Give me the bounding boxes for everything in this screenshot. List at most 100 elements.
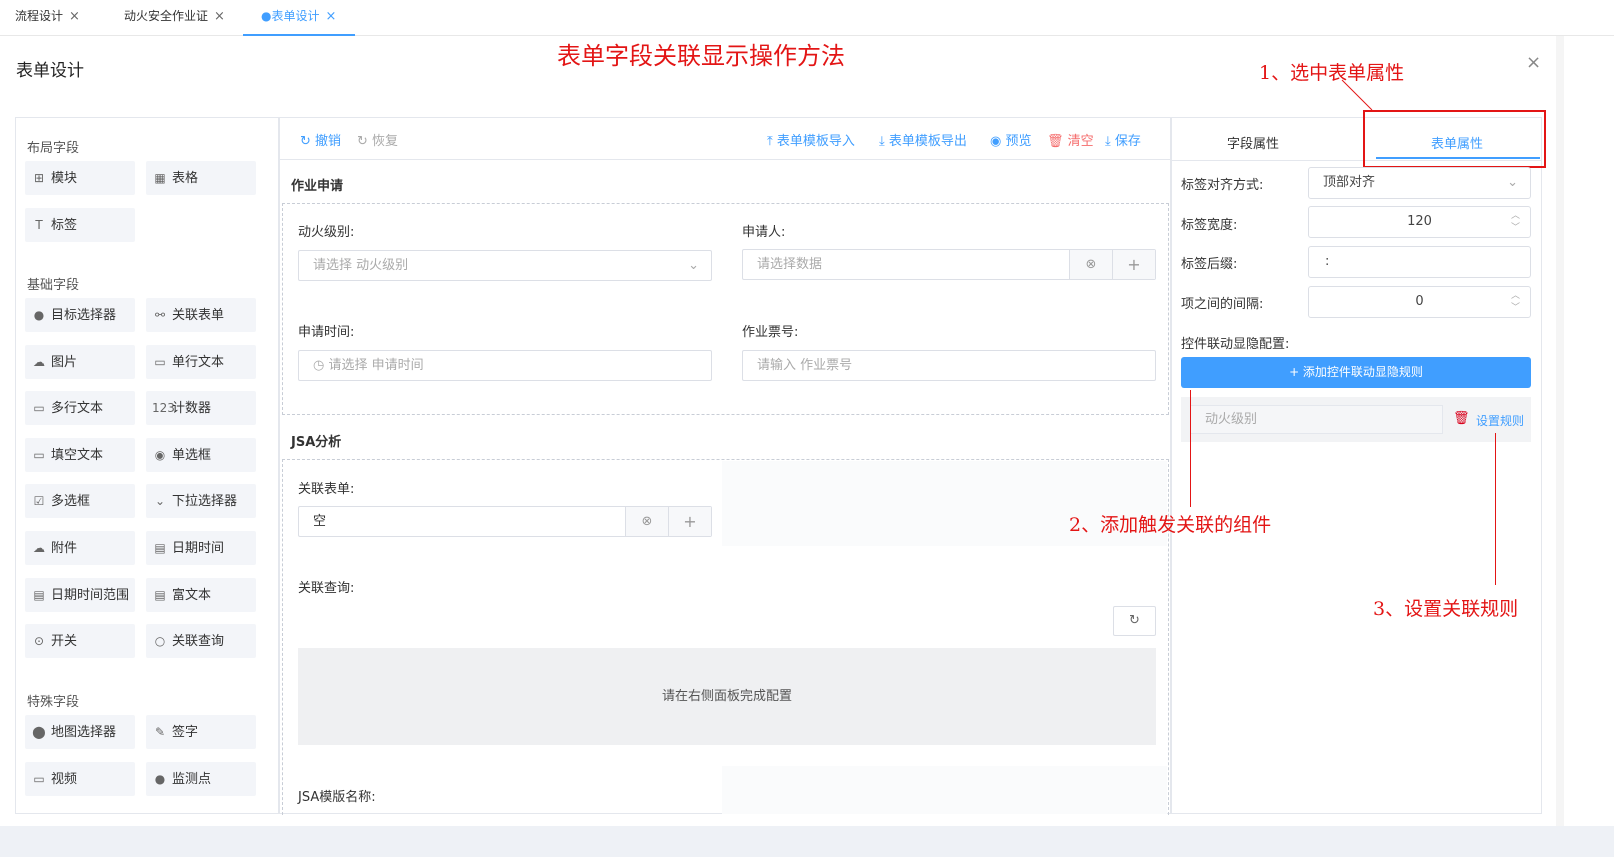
undo-label: 撤销 — [315, 134, 342, 149]
palette-item-多选框[interactable]: ☑ 多选框 — [25, 484, 135, 519]
palette-item-多行文本[interactable]: ▭ 多行文本 — [25, 391, 135, 426]
palette-item-label: 监测点 — [172, 771, 212, 787]
monitor-point-icon: ● — [154, 771, 166, 786]
link-icon: ⚯ — [154, 308, 166, 322]
palette-item-单选框[interactable]: ◉ 单选框 — [146, 437, 256, 472]
palette-item-label: 多选框 — [51, 494, 91, 510]
video-icon: ▭ — [33, 771, 45, 786]
label-width-label: 标签宽度: — [1181, 218, 1238, 233]
close-icon[interactable]: × — [325, 9, 336, 24]
palette-item-视频[interactable]: ▭ 视频 — [25, 761, 135, 796]
table-icon: ▦ — [154, 171, 166, 185]
ticket-no-input[interactable]: 请输入 作业票号 — [742, 350, 1156, 381]
palette-item-计数器[interactable]: 123计数器 — [146, 391, 256, 426]
label-suffix-input[interactable]: : — [1308, 246, 1531, 278]
clear-circle-icon[interactable]: ⊗ — [625, 507, 668, 536]
clear-circle-icon[interactable]: ⊗ — [1069, 250, 1112, 279]
palette-item-模块[interactable]: ⊞ 模块 — [25, 161, 135, 195]
related-query-label: 关联查询: — [298, 581, 355, 596]
attachment-icon: ☁ — [33, 541, 45, 555]
radio-icon: ◉ — [154, 447, 166, 462]
palette-item-label: 模块 — [51, 171, 78, 186]
palette-item-label: 下拉选择器 — [172, 494, 238, 510]
chevron-up-icon[interactable]: ︿ — [1511, 212, 1520, 221]
palette-item-附件[interactable]: ☁ 附件 — [25, 531, 135, 565]
group-apply-container[interactable] — [282, 203, 1169, 415]
palette-item-label: 开关 — [51, 634, 78, 650]
palette-item-签字[interactable]: ✎ 签字 — [146, 715, 256, 749]
download-icon: ⤓ — [879, 134, 885, 149]
palette-item-label: 关联表单 — [172, 308, 225, 323]
set-rule-link[interactable]: 设置规则 — [1476, 412, 1524, 429]
palette-item-地图选择器[interactable]: ⬤ 地图选择器 — [25, 715, 135, 749]
close-icon[interactable]: × — [214, 9, 225, 24]
applicant-picker[interactable]: 请选择数据 ⊗ + — [742, 249, 1156, 280]
add-linkage-rule-button[interactable]: + 添加控件联动显隐规则 — [1181, 357, 1531, 388]
search-icon: ○ — [154, 634, 166, 649]
map-pin-icon: ⬤ — [32, 725, 46, 739]
chevron-up-icon[interactable]: ︿ — [1511, 292, 1520, 301]
annotation-line — [1190, 390, 1191, 507]
tab-field-properties[interactable]: 字段属性 — [1227, 133, 1279, 152]
palette-item-单行文本[interactable]: ▭ 单行文本 — [146, 344, 256, 379]
redo-icon: ↻ — [357, 134, 368, 149]
undo-button[interactable]: ↻ 撤销 — [300, 130, 341, 149]
tab-form-design[interactable]: ●表单设计 × — [243, 0, 355, 36]
palette-item-标签[interactable]: T 标签 — [25, 207, 135, 242]
checkbox-icon: ☑ — [33, 494, 45, 509]
clear-button[interactable]: 🗑 清空 — [1047, 130, 1094, 149]
refresh-icon[interactable]: ↻ — [1113, 606, 1156, 636]
palette-item-label: 多行文本 — [51, 401, 104, 417]
stepper-value: 120 — [1407, 214, 1432, 229]
tab-process-design[interactable]: 流程设计 × — [0, 0, 108, 36]
chevron-down-icon[interactable]: ﹀ — [1511, 224, 1520, 233]
palette-item-目标选择器[interactable]: ● 目标选择器 — [25, 298, 135, 332]
palette-item-富文本[interactable]: ▤ 富文本 — [146, 577, 256, 612]
related-form-picker[interactable]: 空 ⊗ + — [298, 506, 712, 537]
save-button[interactable]: ⤓ 保存 — [1105, 130, 1141, 149]
palette-item-关联查询[interactable]: ○ 关联查询 — [146, 624, 256, 659]
label-align-select[interactable]: 顶部对齐 ⌄ — [1308, 167, 1531, 199]
palette-item-填空文本[interactable]: ▭ 填空文本 — [25, 437, 135, 472]
chevron-down-icon: ⌄ — [1507, 175, 1518, 190]
plus-icon[interactable]: + — [668, 507, 711, 536]
palette-item-日期时间范围[interactable]: ▤ 日期时间范围 — [25, 577, 135, 612]
apply-time-picker[interactable]: ◷ 请选择 申请时间 — [298, 350, 712, 381]
palette-item-关联表单[interactable]: ⚯ 关联表单 — [146, 298, 256, 332]
fire-level-select[interactable]: 请选择 动火级别 ⌄ — [298, 250, 712, 281]
scrollbar[interactable] — [1556, 36, 1564, 826]
palette-item-表格[interactable]: ▦ 表格 — [146, 161, 256, 195]
clock-icon: ◷ — [313, 358, 325, 373]
template-import-button[interactable]: ⤒ 表单模板导入 — [767, 130, 855, 149]
palette-item-label: 单行文本 — [172, 354, 225, 370]
item-gap-stepper[interactable]: 0 ︿ ﹀ — [1308, 286, 1531, 318]
template-export-button[interactable]: ⤓ 表单模板导出 — [879, 130, 967, 149]
label-width-stepper[interactable]: 120 ︿ ﹀ — [1308, 206, 1531, 238]
palette-item-label: 日期时间范围 — [51, 587, 130, 603]
annotation-step1: 1、选中表单属性 — [1259, 62, 1405, 84]
tab-fire-permit[interactable]: 动火安全作业证 × — [109, 0, 241, 36]
rule-field-input[interactable]: 动火级别 — [1190, 405, 1443, 434]
palette-item-监测点[interactable]: ● 监测点 — [146, 761, 256, 796]
fill-icon: ▭ — [33, 447, 45, 462]
trash-icon[interactable]: 🗑 — [1453, 411, 1470, 426]
empty-cell — [722, 766, 1167, 814]
redo-button[interactable]: ↻ 恢复 — [357, 130, 398, 149]
page-title: 表单设计 — [16, 61, 84, 81]
palette-item-图片[interactable]: ☁ 图片 — [25, 344, 135, 379]
palette-item-下拉选择器[interactable]: ⌄ 下拉选择器 — [146, 484, 256, 519]
palette-item-日期时间[interactable]: ▤ 日期时间 — [146, 531, 256, 565]
palette-item-label: 日期时间 — [172, 541, 225, 556]
annotation-step3: 3、设置关联规则 — [1373, 598, 1519, 620]
linkage-config-label: 控件联动显隐配置: — [1181, 337, 1290, 352]
plus-icon[interactable]: + — [1112, 250, 1155, 279]
close-icon[interactable]: × — [69, 9, 80, 24]
palette-item-开关[interactable]: ⊙ 开关 — [25, 624, 135, 659]
palette-item-label: 关联查询 — [172, 634, 225, 650]
preview-button[interactable]: ◉ 预览 — [990, 130, 1032, 149]
textarea-icon: ▭ — [33, 401, 45, 416]
close-icon[interactable]: × — [1526, 52, 1541, 73]
chevron-down-icon[interactable]: ﹀ — [1511, 304, 1520, 313]
trash-icon: 🗑 — [1047, 134, 1064, 149]
dropdown-icon: ⌄ — [154, 494, 166, 509]
